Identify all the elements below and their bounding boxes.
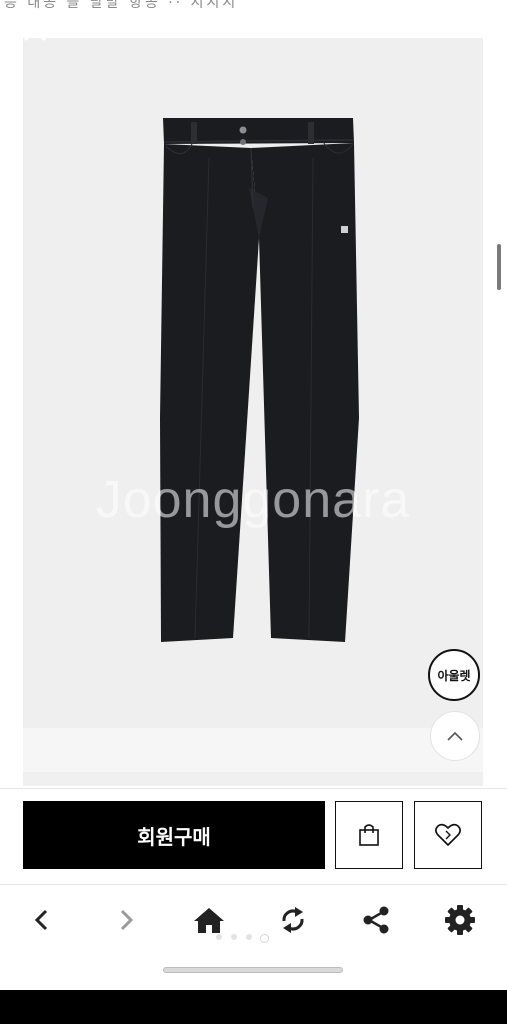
- refresh-icon: [282, 907, 304, 933]
- chevron-up-icon: [447, 731, 463, 741]
- scroll-top-button[interactable]: [430, 711, 480, 761]
- scrollbar-thumb[interactable]: [497, 244, 501, 290]
- background-text-strip: 등 대공 들 달말 항공 ·· 시시시: [0, 0, 507, 14]
- nav-refresh-button[interactable]: [269, 896, 317, 944]
- close-icon: [23, 18, 47, 42]
- product-image: [160, 118, 359, 642]
- close-button[interactable]: [16, 12, 56, 52]
- page-indicator-dot: [216, 934, 222, 940]
- chevron-right-icon: [120, 909, 134, 931]
- wishlist-button[interactable]: [414, 801, 482, 869]
- system-bar: [0, 956, 507, 990]
- share-icon: [363, 906, 389, 934]
- chevron-left-icon: [34, 909, 48, 931]
- browser-bottom-nav: [0, 884, 507, 956]
- home-indicator[interactable]: [163, 967, 343, 973]
- nav-share-button[interactable]: [352, 896, 400, 944]
- content-divider: [23, 728, 483, 772]
- shopping-bag-icon: [359, 824, 379, 846]
- home-icon: [194, 908, 224, 933]
- outlet-badge-button[interactable]: 아울렛: [428, 649, 480, 701]
- shopping-bag-button[interactable]: [335, 801, 403, 869]
- page-indicator-dot: [231, 934, 237, 940]
- nav-forward-button[interactable]: [102, 896, 150, 944]
- page-indicator-dot: [246, 934, 252, 940]
- nav-home-button[interactable]: [185, 896, 233, 944]
- nav-back-button[interactable]: [18, 896, 66, 944]
- member-purchase-button[interactable]: 회원구매: [23, 801, 325, 869]
- bottom-edge: [0, 990, 507, 1024]
- gear-icon: [445, 905, 475, 935]
- heart-icon: [435, 823, 461, 846]
- background-text: 등 대공 들 달말 항공 ·· 시시시: [4, 0, 239, 11]
- watermark-text: Joonggonara: [95, 471, 411, 529]
- page-indicator-dot-active: [260, 934, 269, 943]
- nav-settings-button[interactable]: [436, 896, 484, 944]
- content-divider-lower: [23, 772, 483, 786]
